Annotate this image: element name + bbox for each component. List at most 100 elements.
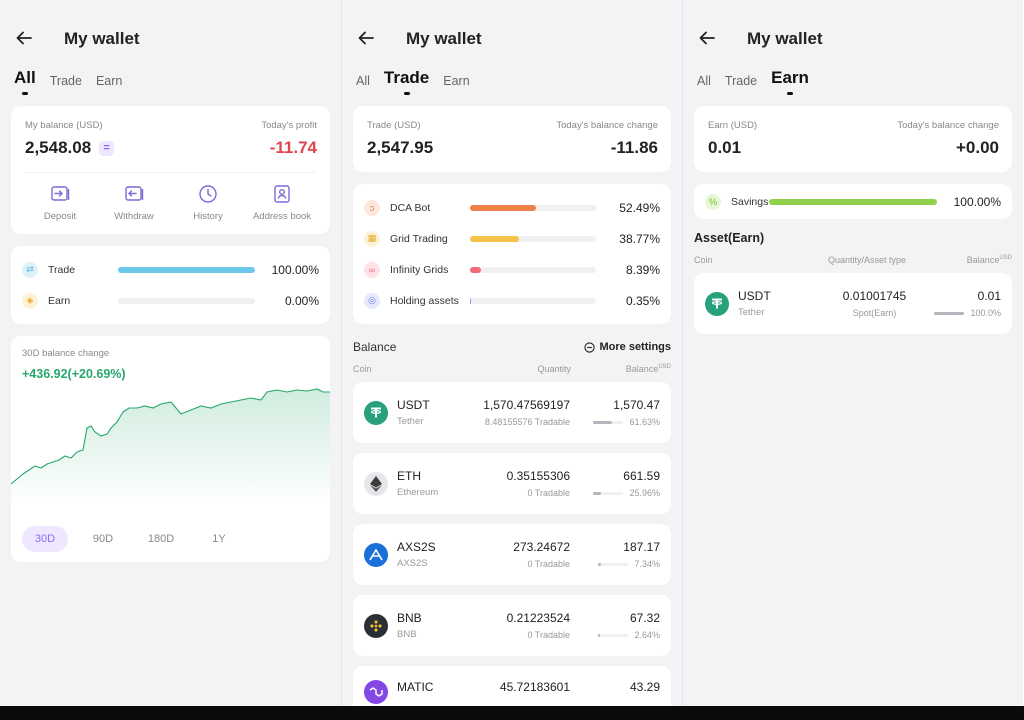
tab-earn[interactable]: Earn [771, 68, 809, 95]
balance-label: My balance (USD) [25, 120, 103, 131]
bar-fill [470, 266, 481, 273]
change-value: +436.92(+20.69%) [22, 367, 126, 381]
allocation-row-trade[interactable]: ⇄ Trade 100.00% [22, 254, 319, 285]
holding-icon: ◎ [364, 292, 380, 309]
tab-trade[interactable]: Trade [50, 74, 82, 94]
column-headers: Coin Quantity BalanceUSD [353, 364, 671, 374]
clock-icon [199, 185, 217, 203]
savings-icon: % [705, 193, 721, 210]
bar-fill [769, 198, 937, 205]
share-fill [934, 311, 965, 315]
change-label: Today's balance change [556, 120, 658, 131]
balance-label: Trade (USD) [367, 120, 421, 131]
share-fill [598, 562, 601, 566]
tab-all[interactable]: All [356, 74, 370, 94]
earn-coin-row-usdt[interactable]: USDT Tether 0.01001745 Spot(Earn) 0.01 100.… [694, 273, 1012, 334]
withdraw-button[interactable]: Withdraw [99, 183, 169, 222]
balance-card: My balance (USD) 2,548.08 = Today's prof… [11, 106, 330, 234]
earn-balance-card: Earn (USD) 0.01 Today's balance change +… [694, 106, 1012, 172]
share-fill [593, 491, 602, 495]
allocation-row-infinity-grids[interactable]: ∞ Infinity Grids 8.39% [364, 254, 660, 285]
balance-value: 0.01 [708, 138, 742, 157]
action-row: Deposit Withdraw History Address book [25, 172, 317, 222]
screen-all: My wallet All Trade Earn My balance (USD… [0, 0, 341, 706]
tab-bar: All Trade Earn [342, 54, 682, 95]
back-arrow-icon[interactable] [14, 28, 36, 50]
bar-fill [470, 297, 472, 304]
profit-value: -11.74 [269, 138, 317, 157]
tether-icon [364, 400, 388, 425]
column-headers: Coin Quantity/Asset type BalanceUSD [694, 255, 1012, 265]
deposit-button[interactable]: Deposit [25, 183, 95, 222]
coin-row-matic[interactable]: MATIC 45.72183601 43.29 [353, 666, 671, 706]
screen-trade: My wallet All Trade Earn Trade (USD) 2,5… [341, 0, 682, 706]
balance-value: 2,548.08 [25, 138, 92, 157]
address-book-button[interactable]: Address book [247, 183, 317, 222]
infinity-icon: ∞ [364, 261, 380, 278]
page-title: My wallet [406, 29, 482, 48]
allocation-row-grid-trading[interactable]: ▦ Grid Trading 38.77% [364, 223, 660, 254]
allocation-row-dca-bot[interactable]: ↄ DCA Bot 52.49% [364, 192, 660, 223]
tab-bar: All Trade Earn [0, 54, 341, 95]
trade-balance-card: Trade (USD) 2,547.95 Today's balance cha… [353, 106, 671, 172]
allocation-row-savings[interactable]: % Savings 100.00% [705, 186, 1001, 217]
range-1y[interactable]: 1Y [196, 526, 242, 552]
bnb-icon [364, 613, 388, 638]
header: My wallet [0, 0, 341, 52]
minus-circle-icon [584, 341, 596, 353]
tether-icon [705, 291, 729, 316]
asset-earn-title: Asset(Earn) [694, 231, 765, 245]
tab-all[interactable]: All [697, 74, 711, 94]
trade-icon: ⇄ [22, 261, 38, 278]
screens: My wallet All Trade Earn My balance (USD… [0, 0, 1024, 706]
profit-label: Today's profit [261, 120, 317, 131]
grid-icon: ▦ [364, 230, 380, 247]
change-label: 30D balance change [22, 348, 110, 359]
allocation-row-holding-assets[interactable]: ◎ Holding assets 0.35% [364, 285, 660, 316]
change-label: Today's balance change [897, 120, 999, 131]
sparkline-area [11, 389, 330, 504]
page-title: My wallet [64, 29, 140, 48]
bar-fill [470, 235, 519, 242]
balance-value: 2,547.95 [367, 138, 434, 157]
tab-trade[interactable]: Trade [384, 68, 429, 95]
allocation-card: ⇄ Trade 100.00% ◈ Earn 0.00% [11, 246, 330, 324]
balance-change-card: 30D balance change +436.92(+20.69%) 30D … [11, 336, 330, 562]
balance-section-header: Balance More settings [342, 340, 682, 354]
equals-icon[interactable]: = [99, 140, 115, 156]
balance-sparkline [11, 388, 330, 504]
section-title: Balance [353, 340, 397, 354]
tab-all[interactable]: All [14, 68, 36, 95]
range-selector: 30D 90D 180D 1Y [22, 526, 254, 552]
range-30d[interactable]: 30D [22, 526, 68, 552]
coin-row-eth[interactable]: ETH Ethereum 0.35155306 0 Tradable 661.59 2… [353, 453, 671, 514]
tab-trade[interactable]: Trade [725, 74, 757, 94]
history-button[interactable]: History [173, 183, 243, 222]
coin-row-bnb[interactable]: BNB BNB 0.21223524 0 Tradable 67.32 2.64% [353, 595, 671, 656]
tab-bar: All Trade Earn [683, 54, 1023, 95]
share-fill [593, 420, 612, 424]
back-arrow-icon[interactable] [697, 28, 719, 50]
earn-allocation-card: % Savings 100.00% [694, 184, 1012, 219]
earn-icon: ◈ [22, 292, 38, 309]
system-bottom-bar [0, 706, 1024, 720]
share-fill [598, 633, 601, 637]
range-180d[interactable]: 180D [138, 526, 184, 552]
coin-row-axs2s[interactable]: AXS2S AXS2S 273.24672 0 Tradable 187.17 7.3… [353, 524, 671, 585]
header: My wallet [342, 0, 682, 52]
change-value: +0.00 [955, 138, 999, 157]
withdraw-icon [125, 186, 144, 201]
tab-earn[interactable]: Earn [443, 74, 469, 94]
back-arrow-icon[interactable] [356, 28, 378, 50]
ethereum-icon [364, 471, 388, 496]
page-title: My wallet [747, 29, 823, 48]
screen-earn: My wallet All Trade Earn Earn (USD) 0.01… [682, 0, 1023, 706]
coin-row-usdt[interactable]: USDT Tether 1,570.47569197 8.48155576 Trad… [353, 382, 671, 443]
header: My wallet [683, 0, 1023, 52]
tab-earn[interactable]: Earn [96, 74, 122, 94]
range-90d[interactable]: 90D [80, 526, 126, 552]
bar-fill [470, 204, 537, 211]
more-settings-button[interactable]: More settings [584, 341, 671, 353]
allocation-row-earn[interactable]: ◈ Earn 0.00% [22, 285, 319, 316]
axs2s-icon [364, 542, 388, 567]
